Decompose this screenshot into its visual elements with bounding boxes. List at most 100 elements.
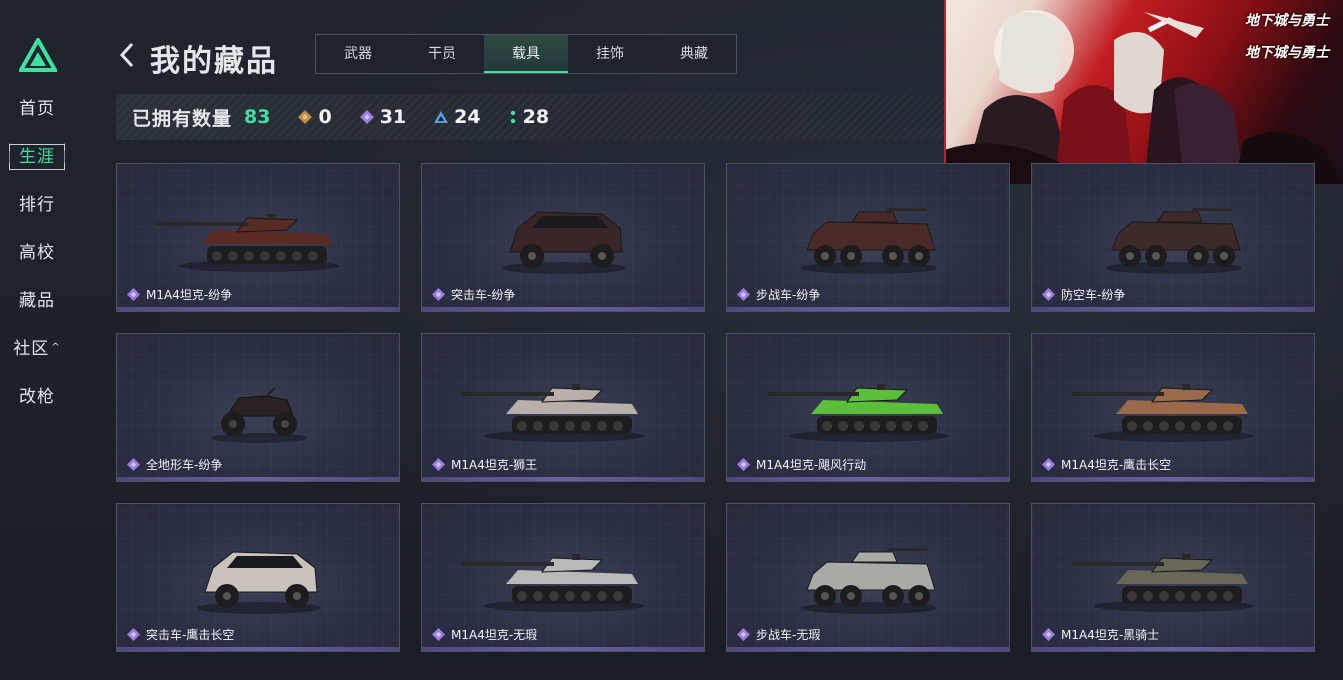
- sidebar: 首页 生涯 排行 高校 藏品 社区 ^ 改枪: [0, 0, 76, 680]
- sidebar-item-gunsmith[interactable]: 改枪: [9, 383, 65, 411]
- sidebar-item-label: 改枪: [19, 387, 55, 407]
- stat-purple-value: 31: [379, 106, 407, 128]
- vehicle-label: 防空车-纷争: [1042, 286, 1125, 303]
- rarity-bar: [117, 477, 399, 481]
- rarity-bar: [117, 307, 399, 311]
- stat-purple: 31: [359, 106, 407, 128]
- rarity-bar: [117, 647, 399, 651]
- purple-diamond-icon: [359, 110, 374, 124]
- vehicle-label: M1A4坦克-鹰击长空: [1042, 456, 1171, 473]
- tab-charms[interactable]: 挂饰: [568, 35, 652, 73]
- vehicle-name: 防空车-纷争: [1061, 288, 1126, 302]
- sidebar-item-career[interactable]: 生涯: [9, 143, 65, 171]
- vehicle-label: M1A4坦克-狮王: [432, 456, 537, 473]
- owned-label: 已拥有数量: [132, 107, 233, 130]
- vehicle-card[interactable]: 步战车-纷争: [726, 163, 1010, 312]
- vehicle-name: M1A4坦克-狮王: [451, 458, 538, 472]
- vehicle-card[interactable]: M1A4坦克-无瑕: [421, 503, 705, 652]
- vehicle-name: M1A4坦克-飓风行动: [756, 458, 867, 472]
- tab-weapons[interactable]: 武器: [316, 35, 400, 73]
- vehicle-image: [801, 548, 937, 614]
- vehicle-card[interactable]: 防空车-纷争: [1031, 163, 1315, 312]
- gold-diamond-icon: [298, 110, 313, 124]
- vehicle-label: 步战车-无瑕: [737, 626, 820, 643]
- vehicle-name: M1A4坦克-鹰击长空: [1061, 458, 1172, 472]
- sidebar-item-community[interactable]: 社区 ^: [9, 335, 65, 363]
- rarity-bar: [422, 477, 704, 481]
- page-title: 我的藏品: [150, 44, 278, 79]
- vehicle-card[interactable]: M1A4坦克-飓风行动: [726, 333, 1010, 482]
- vehicle-image: [767, 384, 949, 442]
- owned-count: 83: [244, 106, 271, 128]
- vehicle-image: [462, 554, 644, 612]
- vehicle-card[interactable]: M1A4坦克-纷争: [116, 163, 400, 312]
- stat-blue: 24: [434, 106, 481, 128]
- rarity-purple-icon: [1042, 288, 1055, 301]
- banner-logo-2: 地下城与勇士: [1245, 45, 1329, 61]
- stat-gold: 0: [298, 106, 332, 128]
- triangle-logo[interactable]: [17, 35, 59, 72]
- sidebar-item-ranking[interactable]: 排行: [9, 191, 65, 219]
- rarity-bar: [1032, 477, 1314, 481]
- rarity-bar: [422, 647, 704, 651]
- stat-gold-value: 0: [318, 106, 332, 128]
- rarity-purple-icon: [737, 628, 750, 641]
- blue-triangle-icon: [434, 111, 449, 123]
- promo-banner[interactable]: 地下城与勇士 地下城与勇士: [944, 0, 1343, 184]
- back-button[interactable]: [116, 40, 138, 70]
- rarity-purple-icon: [737, 288, 750, 301]
- rarity-purple-icon: [432, 628, 445, 641]
- rarity-purple-icon: [127, 458, 140, 471]
- rarity-purple-icon: [737, 458, 750, 471]
- vehicle-image: [1106, 208, 1242, 274]
- sidebar-item-label: 首页: [19, 99, 55, 119]
- sidebar-item-label: 藏品: [19, 291, 55, 311]
- vehicle-label: 突击车-纷争: [432, 286, 515, 303]
- sidebar-item-label: 社区: [13, 339, 50, 359]
- owned-stats-bar: 已拥有数量 83 0 31 24 28: [116, 94, 946, 140]
- vehicle-card[interactable]: 突击车-纷争: [421, 163, 705, 312]
- vehicle-label: 全地形车-纷争: [127, 456, 222, 473]
- vehicle-label: M1A4坦克-飓风行动: [737, 456, 866, 473]
- category-tabs: 武器 干员 载具 挂饰 典藏: [315, 34, 737, 74]
- vehicle-card[interactable]: M1A4坦克-狮王: [421, 333, 705, 482]
- vehicle-label: 突击车-鹰击长空: [127, 626, 234, 643]
- sidebar-item-home[interactable]: 首页: [9, 95, 65, 123]
- vehicle-name: 全地形车-纷争: [146, 458, 223, 472]
- tab-vehicles[interactable]: 载具: [484, 35, 568, 73]
- vehicle-image: [211, 387, 307, 443]
- tab-operators[interactable]: 干员: [400, 35, 484, 73]
- rarity-bar: [727, 307, 1009, 311]
- banner-logo-1: 地下城与勇士: [1245, 13, 1329, 29]
- vehicle-image: [801, 208, 937, 274]
- vehicle-card[interactable]: M1A4坦克-鹰击长空: [1031, 333, 1315, 482]
- stat-blue-value: 24: [454, 106, 481, 128]
- rarity-purple-icon: [1042, 628, 1055, 641]
- rarity-bar: [727, 647, 1009, 651]
- rarity-bar: [422, 307, 704, 311]
- vehicle-card[interactable]: M1A4坦克-黑骑士: [1031, 503, 1315, 652]
- vehicle-label: M1A4坦克-纷争: [127, 286, 232, 303]
- vehicle-name: 步战车-纷争: [756, 288, 821, 302]
- vehicle-image: [197, 551, 321, 614]
- vehicle-label: 步战车-纷争: [737, 286, 820, 303]
- stat-green-value: 28: [522, 106, 550, 128]
- chevron-up-icon: ^: [51, 342, 61, 353]
- tab-collection[interactable]: 典藏: [652, 35, 736, 73]
- rarity-purple-icon: [432, 458, 445, 471]
- vehicle-image: [462, 384, 644, 442]
- vehicle-card[interactable]: 步战车-无瑕: [726, 503, 1010, 652]
- sidebar-item-college[interactable]: 高校: [9, 239, 65, 267]
- vehicle-name: 突击车-纷争: [451, 288, 516, 302]
- vehicle-name: M1A4坦克-黑骑士: [1061, 628, 1160, 642]
- sidebar-item-collection[interactable]: 藏品: [9, 287, 65, 315]
- vehicle-image: [1072, 554, 1254, 612]
- sidebar-item-label: 排行: [19, 195, 55, 215]
- vehicle-card[interactable]: 突击车-鹰击长空: [116, 503, 400, 652]
- vehicle-card[interactable]: 全地形车-纷争: [116, 333, 400, 482]
- rarity-purple-icon: [127, 628, 140, 641]
- vehicle-label: M1A4坦克-黑骑士: [1042, 626, 1159, 643]
- vehicle-name: M1A4坦克-无瑕: [451, 628, 538, 642]
- vehicle-label: M1A4坦克-无瑕: [432, 626, 537, 643]
- rarity-purple-icon: [432, 288, 445, 301]
